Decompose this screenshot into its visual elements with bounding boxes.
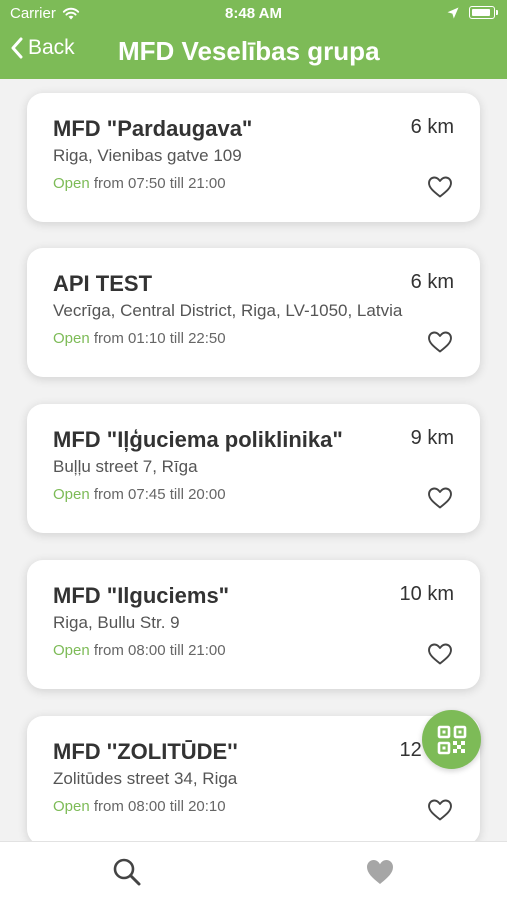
back-button[interactable]: Back (10, 36, 75, 60)
page-title: MFD Veselības grupa (118, 36, 380, 66)
clinic-card[interactable]: MFD "Iļģuciema poliklinika" 9 km Buļļu s… (27, 404, 480, 533)
clinic-name: MFD "Ilguciems" (53, 583, 230, 608)
app-header: Carrier 8:48 AM Back MFD Veselības grupa (0, 0, 507, 79)
clinic-distance: 6 km (410, 116, 454, 138)
clinic-name: MFD "Iļģuciema poliklinika" (53, 427, 343, 452)
location-arrow-icon (447, 7, 459, 18)
qr-code-icon (437, 725, 466, 754)
hours-text: from 07:45 till 20:00 (93, 486, 226, 503)
clinic-hours: Open from 07:45 till 20:00 (53, 486, 226, 503)
clinic-name: API TEST (53, 271, 153, 296)
clinic-card[interactable]: API TEST 6 km Vecrīga, Central District,… (27, 248, 480, 377)
clinic-address: Riga, Vienibas gatve 109 (53, 146, 242, 165)
back-label: Back (28, 36, 75, 59)
clinic-address: Zolitūdes street 34, Riga (53, 769, 238, 788)
battery-icon (469, 6, 498, 19)
clinic-card[interactable]: MFD "Ilguciems" 10 km Riga, Bullu Str. 9… (27, 560, 480, 689)
hours-text: from 08:00 till 21:00 (93, 642, 226, 659)
clinic-hours: Open from 08:00 till 21:00 (53, 642, 226, 659)
status-bar: Carrier 8:48 AM (0, 0, 507, 28)
hours-text: from 07:50 till 21:00 (93, 175, 226, 192)
clinic-name: MFD "Pardaugava" (53, 116, 253, 141)
favorite-heart-icon[interactable] (427, 175, 453, 199)
qr-scan-button[interactable] (422, 710, 481, 769)
hours-text: from 08:00 till 20:10 (93, 798, 226, 815)
nav-bar: Back MFD Veselības grupa (0, 28, 507, 79)
status-time: 8:48 AM (225, 5, 282, 22)
open-status: Open (53, 486, 90, 503)
clinic-address: Riga, Bullu Str. 9 (53, 613, 180, 632)
favorite-heart-icon[interactable] (427, 798, 453, 822)
status-right (447, 6, 498, 19)
clinic-distance: 10 km (399, 583, 454, 605)
clinic-hours: Open from 01:10 till 22:50 (53, 330, 226, 347)
tab-bar (0, 841, 507, 901)
open-status: Open (53, 642, 90, 659)
clinic-hours: Open from 08:00 till 20:10 (53, 798, 226, 815)
clinic-address: Vecrīga, Central District, Riga, LV-1050… (53, 301, 403, 320)
clinic-hours: Open from 07:50 till 21:00 (53, 175, 226, 192)
chevron-left-icon (11, 37, 23, 59)
open-status: Open (53, 175, 90, 192)
open-status: Open (53, 798, 90, 815)
favorite-heart-icon[interactable] (427, 330, 453, 354)
clinic-distance: 9 km (410, 427, 454, 449)
favorite-heart-icon[interactable] (427, 486, 453, 510)
favorite-heart-icon[interactable] (427, 642, 453, 666)
clinic-address: Buļļu street 7, Rīga (53, 457, 198, 476)
heart-icon[interactable] (364, 856, 396, 888)
open-status: Open (53, 330, 90, 347)
clinic-card[interactable]: MFD ''ZOLITŪDE'' 12 km Zolitūdes street … (27, 716, 480, 841)
clinic-name: MFD ''ZOLITŪDE'' (53, 739, 238, 764)
clinic-card[interactable]: MFD "Pardaugava" 6 km Riga, Vienibas gat… (27, 93, 480, 222)
hours-text: from 01:10 till 22:50 (93, 330, 226, 347)
search-icon[interactable] (111, 856, 143, 888)
clinic-distance: 6 km (410, 271, 454, 293)
